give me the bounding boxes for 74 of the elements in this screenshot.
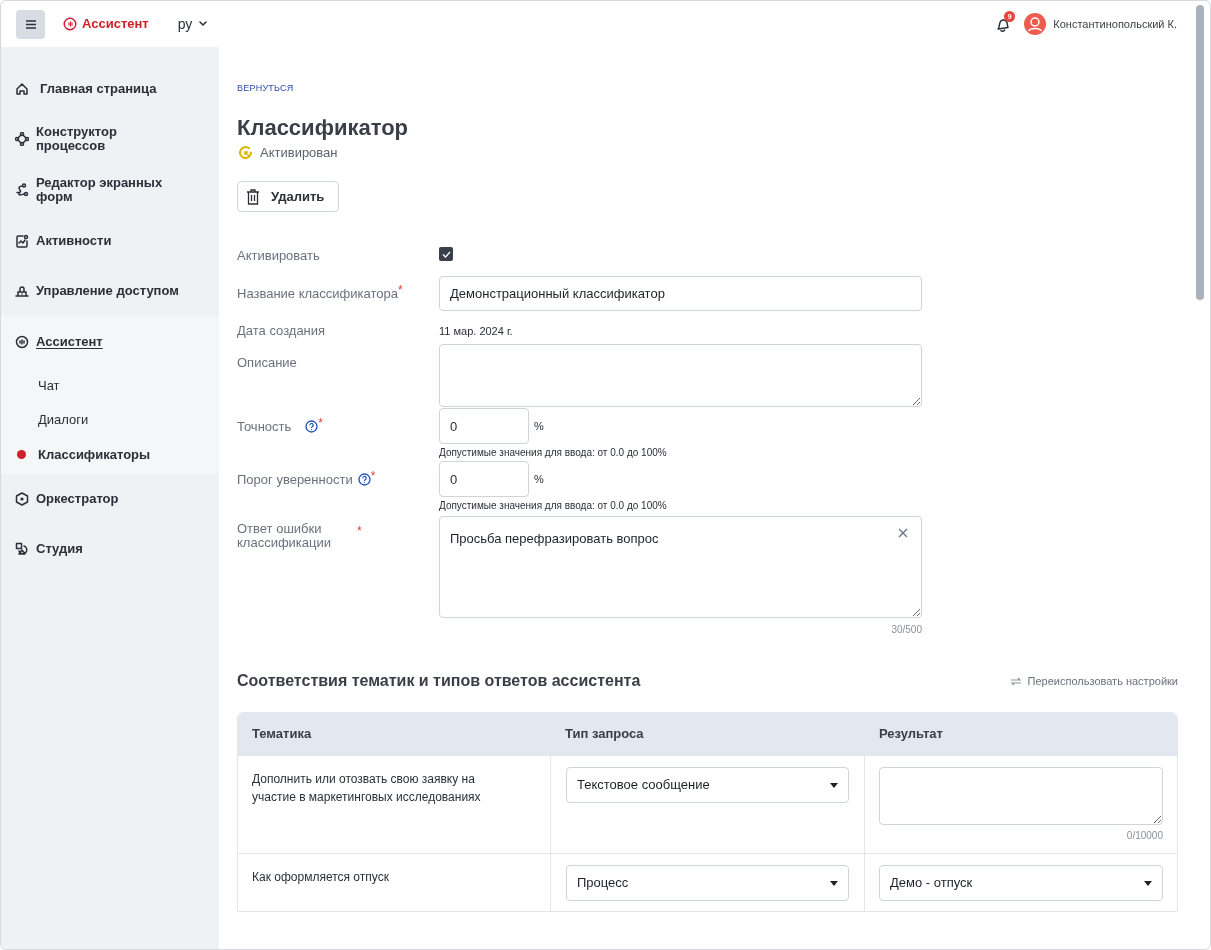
required-asterisk: *	[370, 469, 376, 483]
select-dropdown[interactable]: Процесс	[566, 865, 849, 901]
field-label: Ответ ошибки классификации	[237, 522, 333, 550]
char-counter: 30/500	[890, 623, 922, 637]
sidebar-subitem[interactable]: Диалоги	[1, 402, 219, 437]
text-input[interactable]: Демонстрационный классификатор	[439, 276, 922, 311]
column-header: Тематика	[251, 725, 313, 744]
clear-button[interactable]	[898, 528, 908, 538]
sidebar-item[interactable]: Ассистент	[1, 316, 219, 368]
select-dropdown[interactable]: Демо - отпуск	[879, 865, 1163, 901]
text-area[interactable]: Просьба перефразировать вопрос	[439, 516, 922, 618]
creation-date: 11 мар. 2024 г.	[439, 325, 513, 337]
status-text: Активирован	[260, 143, 338, 162]
sidebar-subitem[interactable]: Чат	[1, 368, 219, 403]
chart-icon	[15, 233, 29, 248]
chevron-down-icon	[199, 21, 208, 27]
sidebar-item[interactable]: Конструктор процессов	[1, 114, 219, 164]
section-title: Соответствия тематик и типов ответов ассистента	[237, 671, 641, 691]
reuse-settings-link[interactable]: Переиспользовать настройки	[1009, 672, 1178, 690]
column-header: Тип запроса	[564, 725, 645, 744]
page-title: Классификатор	[237, 113, 409, 142]
field-label: Описание	[237, 356, 297, 370]
field-label: Название классификатора	[237, 287, 398, 301]
number-input[interactable]: 0	[439, 461, 529, 497]
char-counter: 0/10000	[1125, 829, 1163, 843]
refresh-icon	[237, 143, 254, 161]
sidebar-item[interactable]: Активности	[1, 215, 219, 266]
sidebar-subitem[interactable]: Классификаторы	[1, 437, 219, 472]
check-icon	[441, 250, 451, 258]
sidebar-item[interactable]: Главная страница	[1, 64, 219, 114]
caret-down-icon	[830, 880, 838, 886]
column-header: Результат	[878, 725, 944, 744]
app-logo[interactable]: Ассистент	[82, 14, 149, 34]
nodes-icon	[15, 132, 29, 146]
required-asterisk: *	[318, 416, 323, 430]
chat-bubble-icon	[15, 335, 29, 349]
swap-icon	[1009, 675, 1022, 687]
field-label: Дата создания	[237, 324, 326, 338]
percent-unit: %	[534, 418, 544, 434]
number-input[interactable]: 0	[439, 408, 529, 444]
topic-text: Дополнить или отозвать свою заявку на участие в маркетинговых исследованиях	[252, 771, 482, 806]
caret-down-icon	[1144, 880, 1152, 886]
sidebar-item[interactable]: Оркестратор	[1, 473, 219, 524]
required-asterisk: *	[398, 283, 403, 297]
flow-icon	[15, 182, 29, 197]
field-label: Точность	[237, 420, 292, 434]
trash-icon	[246, 188, 260, 205]
field-label: Порог уверенности	[237, 473, 353, 487]
caret-down-icon	[830, 782, 838, 788]
user-avatar-icon	[1024, 13, 1047, 35]
home-icon	[15, 82, 29, 96]
user-menu[interactable]: Константинопольский К.	[1024, 13, 1177, 35]
hint-text: Допустимые значения для ввода: от 0.0 до 100%	[439, 446, 668, 460]
checkbox[interactable]	[439, 247, 453, 261]
hint-text: Допустимые значения для ввода: от 0.0 до 100%	[439, 499, 668, 513]
lock-icon	[15, 284, 29, 298]
language-select[interactable]: ру	[177, 13, 208, 35]
back-link[interactable]: ВЕРНУТЬСЯ	[237, 82, 1178, 96]
required-asterisk: *	[357, 524, 362, 538]
menu-icon	[25, 19, 36, 29]
scrollbar-thumb[interactable]	[1196, 5, 1204, 300]
sidebar-item[interactable]: Редактор экранных форм	[1, 164, 219, 215]
sidebar-item[interactable]: Студия	[1, 523, 219, 574]
hexagon-icon	[15, 491, 29, 506]
sidebar-item[interactable]: Управление доступом	[1, 266, 219, 316]
topic-text: Как оформляется отпуск	[252, 869, 390, 886]
shapes-icon	[15, 541, 29, 556]
delete-button[interactable]: Удалить	[237, 181, 339, 212]
select-dropdown[interactable]: Текстовое сообщение	[566, 767, 849, 803]
chat-bubble-icon	[63, 17, 77, 31]
field-label: Активировать	[237, 249, 320, 263]
percent-unit: %	[534, 471, 544, 487]
close-icon	[898, 528, 908, 538]
menu-button[interactable]	[16, 9, 45, 39]
